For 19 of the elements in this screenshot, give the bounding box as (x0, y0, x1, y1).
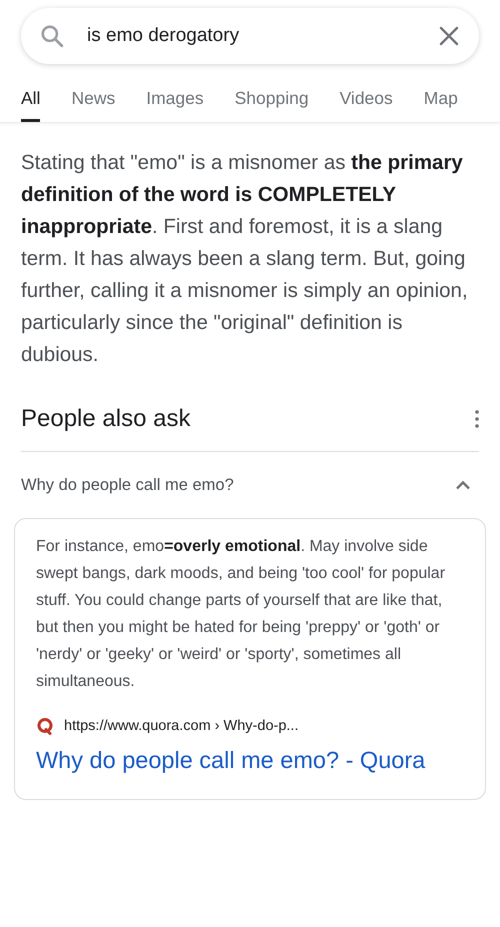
result-link[interactable]: Why do people call me emo? - Quora (36, 743, 465, 777)
q-logo-icon (36, 717, 54, 735)
search-bar[interactable]: is emo derogatory (21, 8, 479, 64)
answer-text: For instance, emo=overly emotional. May involve side swept bangs, dark moods, and being 'too cool' for popular stuff. You could change parts of yourself that are like that, but then you might be hated for being 'preppy' or 'goth' or 'nerdy' or 'geeky' or 'weird' or 'sporty', sometimes all simultaneous. (36, 537, 446, 692)
search-query: is emo derogatory (87, 25, 240, 47)
tab[interactable]: Images (146, 88, 204, 122)
tab[interactable]: Videos (340, 88, 393, 122)
question-row[interactable]: Why do people call me emo? (21, 452, 471, 518)
snippet-text: Stating that "emo" is a misnomer as the primary definition of the word is COMPLETELY inappropriate. First and foremost, it is a slang term. It has always been a slang term. But, going further, calling it a misnomer is simply an opinion, particularly since the "original" definition is dubious. (21, 150, 469, 368)
tab[interactable]: Map (424, 88, 458, 122)
source-url: https://www.quora.com › Why-do-p... (64, 718, 298, 734)
search-icon (39, 23, 65, 49)
question-text: Why do people call me emo? (21, 476, 234, 494)
tab[interactable]: All (21, 88, 40, 122)
section-title: People also ask (21, 405, 190, 433)
tab[interactable]: Shopping (234, 88, 309, 122)
close-icon[interactable] (439, 26, 459, 46)
tab[interactable]: News (71, 88, 116, 122)
more-options-icon[interactable] (475, 410, 479, 428)
